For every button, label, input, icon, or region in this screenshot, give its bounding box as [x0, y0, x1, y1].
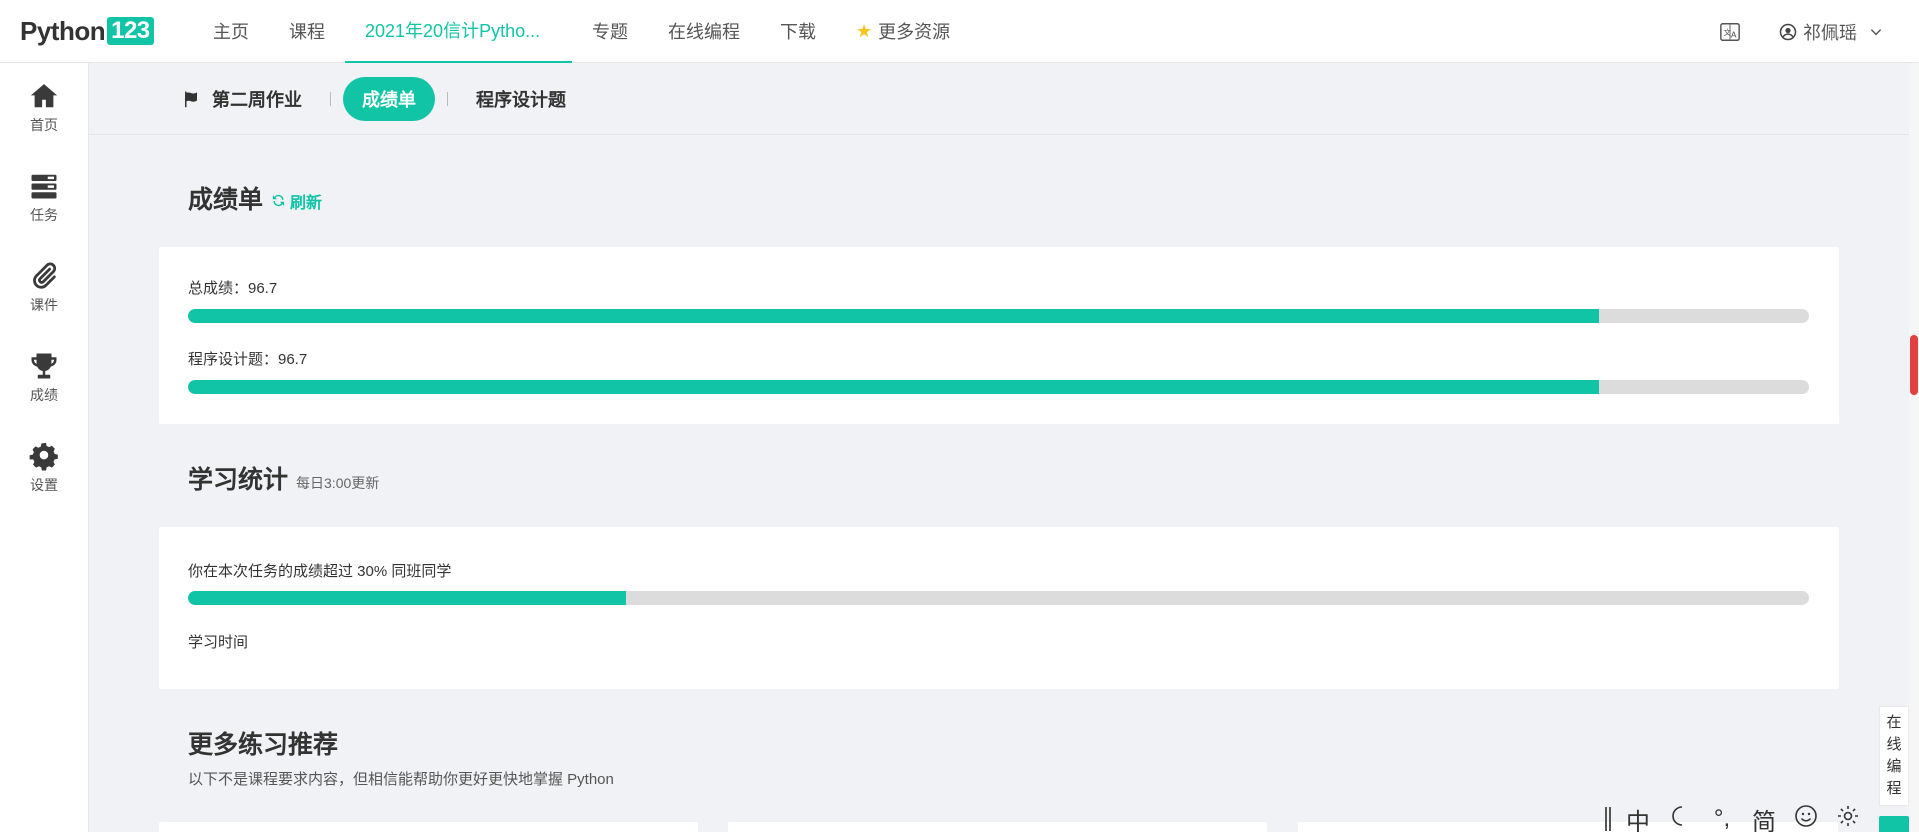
total-score-label: 总成绩：96.7 [188, 280, 278, 297]
stats-card: 你在本次任务的成绩超过 30% 同班同学 学习时间 [159, 527, 1839, 689]
design-score-fill [188, 380, 1599, 394]
tab-label: 成绩单 [362, 89, 416, 110]
tab-homework[interactable]: 第二周作业 [182, 86, 302, 112]
rank-fill [188, 591, 626, 605]
study-time-label: 学习时间 [188, 634, 249, 651]
scrollbar-thumb[interactable] [1910, 335, 1918, 395]
float-char: 在 [1886, 714, 1902, 731]
gear-icon [29, 442, 58, 471]
report-title: 成绩单 [188, 186, 264, 214]
nav-item-home[interactable]: 主页 [193, 0, 269, 63]
chevron-down-icon [1870, 28, 1882, 35]
user-menu[interactable]: 祁佩瑶 [1779, 19, 1883, 45]
stats-section-title: 学习统计 每日3:00更新 [188, 460, 379, 496]
tab-label: 第二周作业 [212, 89, 302, 110]
ime-script[interactable]: 简 [1751, 802, 1777, 832]
report-section-title: 成绩单 刷新 [188, 180, 322, 216]
sidebar-item-label: 首页 [30, 117, 58, 133]
design-score-bar [188, 380, 1809, 394]
user-name: 祁佩瑶 [1803, 22, 1857, 43]
recommend-card[interactable] [159, 822, 698, 832]
nav-item-label: 更多资源 [878, 22, 951, 42]
main-content: 成绩单 刷新 总成绩：96.7 程序设计题：96.7 学习统计 每日3:00更新… [89, 135, 1909, 832]
recommend-card[interactable] [728, 822, 1267, 832]
total-score-fill [188, 309, 1599, 323]
star-icon: ★ [856, 20, 873, 41]
trophy-icon [31, 353, 57, 379]
nav-item-current-course[interactable]: 2021年20信计Pytho... [345, 0, 572, 63]
sidebar-item-tasks[interactable]: 任务 [0, 153, 88, 243]
float-char: 程 [1886, 780, 1902, 797]
home-icon [30, 84, 58, 108]
refresh-button[interactable]: 刷新 [271, 189, 322, 213]
more-section-title: 更多练习推荐 [188, 725, 338, 761]
tasks-icon [31, 174, 57, 199]
ime-toolbar: 中 °, 简 [1605, 804, 1877, 832]
nav-right: 文A 祁佩瑶 [1717, 0, 1919, 63]
tab-divider [330, 91, 331, 106]
refresh-icon [272, 194, 285, 207]
sub-tabs: 第二周作业 成绩单 程序设计题 [89, 63, 1909, 135]
tab-label: 程序设计题 [476, 89, 566, 110]
nav-item-topics[interactable]: 专题 [572, 0, 648, 63]
sidebar-item-home[interactable]: 首页 [0, 63, 88, 153]
nav-item-label: 下载 [780, 22, 816, 42]
report-card: 总成绩：96.7 程序设计题：96.7 [159, 247, 1839, 424]
refresh-label: 刷新 [290, 194, 323, 212]
nav-item-courses[interactable]: 课程 [269, 0, 345, 63]
ime-punct[interactable]: °, [1709, 805, 1735, 832]
rank-bar [188, 591, 1809, 605]
tab-program-design[interactable]: 程序设计题 [476, 86, 566, 112]
nav-item-label: 专题 [592, 22, 628, 42]
top-navbar: Python 123 主页 课程 2021年20信计Pytho... 专题 在线… [0, 0, 1919, 63]
design-score-label: 程序设计题：96.7 [188, 351, 308, 368]
svg-text:A: A [1731, 29, 1737, 39]
nav-item-label: 主页 [213, 22, 249, 42]
sidebar-item-grades[interactable]: 成绩 [0, 333, 88, 423]
flag-icon [185, 91, 197, 107]
sidebar-item-courseware[interactable]: 课件 [0, 243, 88, 333]
ime-lang[interactable]: 中 [1625, 802, 1651, 832]
scrollbar[interactable] [1909, 63, 1919, 832]
sidebar-item-label: 成绩 [30, 387, 58, 403]
logo-text: Python [20, 15, 106, 46]
more-title: 更多练习推荐 [188, 731, 339, 759]
float-accent [1879, 816, 1909, 832]
float-char: 编 [1886, 758, 1902, 775]
sidebar-item-label: 任务 [30, 207, 58, 223]
nav-item-more-resources[interactable]: ★ 更多资源 [836, 0, 970, 63]
total-score-bar [188, 309, 1809, 323]
moon-icon[interactable] [1667, 804, 1693, 832]
rank-label: 你在本次任务的成绩超过 30% 同班同学 [188, 563, 452, 580]
logo[interactable]: Python 123 [20, 16, 190, 47]
paperclip-icon [33, 262, 57, 289]
stats-title: 学习统计 [188, 466, 289, 494]
stats-update-note: 每日3:00更新 [296, 475, 380, 491]
nav-item-label: 课程 [289, 22, 325, 42]
nav-item-download[interactable]: 下载 [760, 0, 836, 63]
ime-gear-icon[interactable] [1835, 804, 1861, 832]
nav-item-online-coding[interactable]: 在线编程 [648, 0, 760, 63]
left-sidebar: 首页 任务 课件 成绩 设置 [0, 63, 89, 832]
user-circle-icon [1779, 23, 1797, 40]
smiley-icon[interactable] [1793, 804, 1819, 832]
ime-grip[interactable] [1605, 807, 1611, 831]
online-coding-float-button[interactable]: 在 线 编 程 [1879, 706, 1909, 806]
nav-menu: 主页 课程 2021年20信计Pytho... 专题 在线编程 下载 ★ 更多资… [190, 0, 970, 63]
sidebar-item-settings[interactable]: 设置 [0, 423, 88, 513]
sidebar-item-label: 设置 [30, 477, 58, 493]
sidebar-item-label: 课件 [30, 297, 58, 313]
nav-item-label: 2021年20信计Pytho... [365, 21, 541, 41]
more-description: 以下不是课程要求内容，但相信能帮助你更好更快地掌握 Python [188, 771, 614, 788]
logo-badge: 123 [107, 17, 154, 45]
translate-icon[interactable]: 文A [1717, 19, 1743, 45]
nav-item-label: 在线编程 [668, 22, 740, 42]
tab-divider [447, 91, 448, 106]
float-char: 线 [1886, 736, 1902, 753]
tab-report-active[interactable]: 成绩单 [343, 76, 435, 121]
